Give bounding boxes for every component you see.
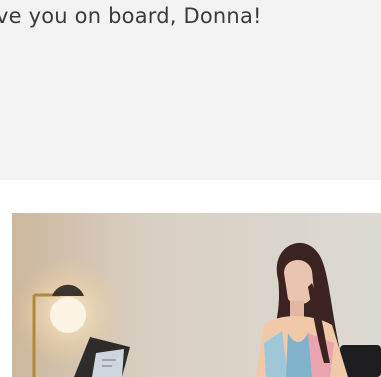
welcome-message: ve you on board, Donna! <box>0 4 262 28</box>
office-photo-illustration <box>12 213 381 377</box>
welcome-banner: ve you on board, Donna! <box>0 0 381 180</box>
woman-face <box>284 259 314 305</box>
lamp-globe <box>50 297 86 333</box>
welcome-photo <box>12 213 381 377</box>
